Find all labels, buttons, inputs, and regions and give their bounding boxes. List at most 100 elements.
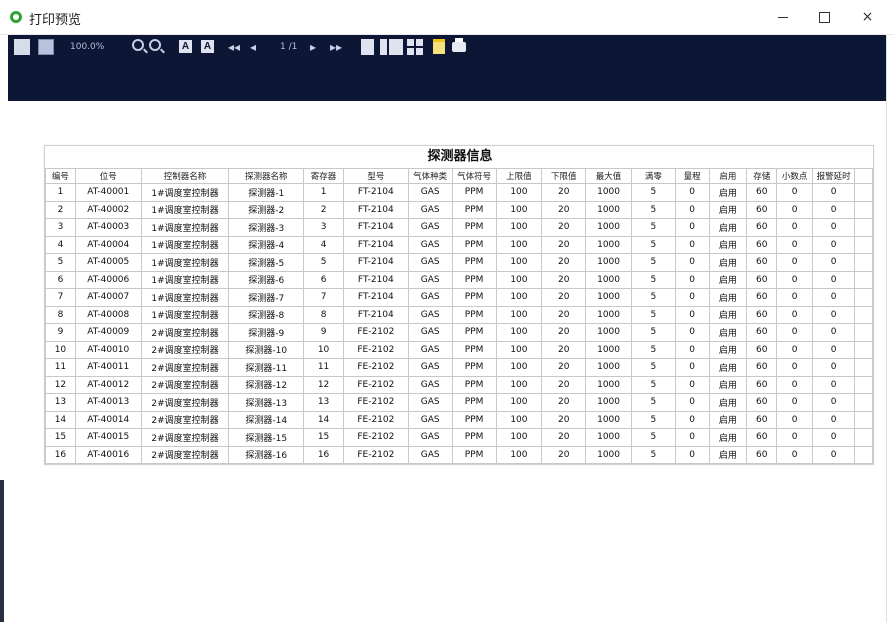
table-cell: FT-2104 <box>342 305 409 324</box>
table-row: 6 AT-40006 1#调度室控制器 探测器-6 6 FT-2104 GAS PPM 100 2… <box>45 270 873 289</box>
table-cell: 2 <box>303 200 344 219</box>
table-cell: GAS <box>407 235 453 254</box>
two-page-icon[interactable] <box>380 39 403 55</box>
table-cell: 启用 <box>708 358 748 377</box>
table-cell: 探测器-14 <box>228 410 305 429</box>
table-cell: 探测器-11 <box>228 358 305 377</box>
table-cell: 探测器-9 <box>228 323 305 342</box>
single-page-icon[interactable] <box>361 39 374 55</box>
fit-page-icon[interactable] <box>38 39 54 55</box>
page-indicator[interactable]: 1 /1 <box>280 42 297 58</box>
table-cell: 0 <box>674 445 710 464</box>
four-page-icon[interactable] <box>407 39 423 55</box>
table-cell: 0 <box>674 183 710 202</box>
font-b-icon[interactable]: A <box>201 40 214 53</box>
table-cell: FE-2102 <box>342 340 409 359</box>
print-icon[interactable] <box>452 38 466 52</box>
table-cell: 0 <box>776 323 814 342</box>
close-button[interactable]: × <box>845 0 890 34</box>
table-cell: 9 <box>303 323 344 342</box>
table-cell: 0 <box>776 340 814 359</box>
table-cell: 4 <box>303 235 344 254</box>
table-cell: 0 <box>776 305 814 324</box>
table-cell: PPM <box>451 323 497 342</box>
table-row: 4 AT-40004 1#调度室控制器 探测器-4 4 FT-2104 GAS PPM 100 2… <box>45 235 873 254</box>
zoom-level[interactable]: 100.0% <box>70 42 104 58</box>
column-header: 寄存器 <box>303 168 344 184</box>
table-cell: GAS <box>407 410 453 429</box>
table-cell: 60 <box>746 218 778 237</box>
export-icon[interactable] <box>433 39 445 54</box>
table-row: 15 AT-40015 2#调度室控制器 探测器-15 15 FE-2102 GAS PPM 1… <box>45 428 873 447</box>
table-cell: 1000 <box>585 358 632 377</box>
table-cell: 60 <box>746 200 778 219</box>
table-cell: 11 <box>303 358 344 377</box>
table-cell: 100 <box>495 253 543 272</box>
table-cell: 15 <box>45 428 76 447</box>
table-cell: 2#调度室控制器 <box>140 428 230 447</box>
table-cell: 20 <box>541 270 587 289</box>
table-cell: AT-40011 <box>74 358 142 377</box>
table-cell: 12 <box>45 375 76 394</box>
table-cell: 0 <box>812 253 856 272</box>
table-cell: 14 <box>303 410 344 429</box>
table-cell: 1 <box>303 183 344 202</box>
maximize-button[interactable] <box>802 0 847 34</box>
table-cell: 0 <box>812 445 856 464</box>
table-cell: 0 <box>812 288 856 307</box>
table-row: 2 AT-40002 1#调度室控制器 探测器-2 2 FT-2104 GAS PPM 100 2… <box>45 200 873 219</box>
zoom-in-icon[interactable] <box>149 39 161 51</box>
page-setup-icon[interactable] <box>14 39 30 55</box>
table-cell: 20 <box>541 393 587 412</box>
last-page-icon[interactable]: ▸▸ <box>330 39 342 55</box>
table-cell: PPM <box>451 340 497 359</box>
table-cell: PPM <box>451 393 497 412</box>
table-row: 9 AT-40009 2#调度室控制器 探测器-9 9 FE-2102 GAS PPM 100 2… <box>45 323 873 342</box>
font-a-icon[interactable]: A <box>179 40 192 53</box>
table-cell: 5 <box>630 445 676 464</box>
table-cell: 探测器-8 <box>228 305 305 324</box>
table-cell-filler <box>854 305 873 324</box>
table-cell: 启用 <box>708 305 748 324</box>
table-cell: FT-2104 <box>342 200 409 219</box>
table-cell: 5 <box>630 323 676 342</box>
table-cell: FE-2102 <box>342 428 409 447</box>
vertical-scrollbar[interactable] <box>886 35 894 622</box>
table-cell: 100 <box>495 183 543 202</box>
table-cell: 10 <box>45 340 76 359</box>
previous-page-icon[interactable]: ◂ <box>250 39 256 55</box>
column-header: 探测器名称 <box>228 168 305 184</box>
table-cell: 0 <box>812 428 856 447</box>
table-cell: 5 <box>45 253 76 272</box>
table-cell: FE-2102 <box>342 323 409 342</box>
table-cell: PPM <box>451 305 497 324</box>
table-cell: 1#调度室控制器 <box>140 235 230 254</box>
table-cell-filler <box>854 235 873 254</box>
table-cell-filler <box>854 200 873 219</box>
table-row: 5 AT-40005 1#调度室控制器 探测器-5 5 FT-2104 GAS PPM 100 2… <box>45 253 873 272</box>
table-cell: AT-40015 <box>74 428 142 447</box>
preview-toolbar: 100.0% A A ◂◂ ◂ 1 /1 ▸ ▸▸ <box>8 35 886 59</box>
table-cell: 5 <box>630 200 676 219</box>
table-cell: 0 <box>776 393 814 412</box>
table-cell: 0 <box>776 358 814 377</box>
table-cell: 5 <box>630 183 676 202</box>
table-cell: AT-40006 <box>74 270 142 289</box>
zoom-out-icon[interactable] <box>132 39 144 51</box>
table-cell: 5 <box>630 253 676 272</box>
table-cell: 0 <box>812 305 856 324</box>
table-cell: 60 <box>746 393 778 412</box>
table-cell: 13 <box>303 393 344 412</box>
column-header-filler <box>854 168 873 184</box>
table-cell: 20 <box>541 375 587 394</box>
minimize-button[interactable] <box>760 0 805 34</box>
table-cell-filler <box>854 270 873 289</box>
table-cell: 5 <box>630 305 676 324</box>
table-cell: 0 <box>776 428 814 447</box>
first-page-icon[interactable]: ◂◂ <box>228 39 240 55</box>
table-cell: 0 <box>674 410 710 429</box>
table-cell-filler <box>854 428 873 447</box>
table-cell: 100 <box>495 375 543 394</box>
table-cell: FT-2104 <box>342 253 409 272</box>
next-page-icon[interactable]: ▸ <box>310 39 316 55</box>
